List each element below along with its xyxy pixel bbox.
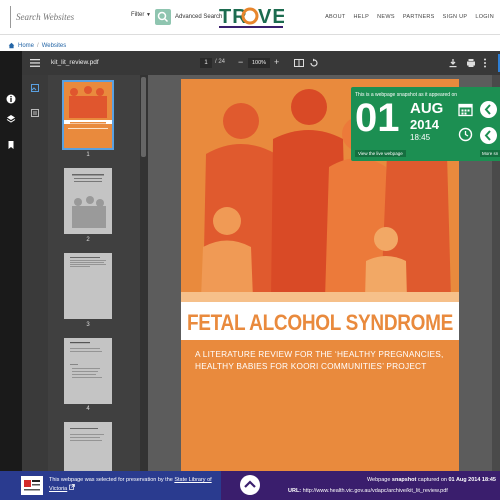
- zoom-level[interactable]: 100%: [248, 58, 270, 68]
- svg-text:VE: VE: [258, 6, 284, 28]
- page-thumbnail-3[interactable]: [64, 253, 112, 319]
- thumbnail-scrollbar[interactable]: [140, 75, 148, 471]
- filter-label: Filter: [131, 12, 145, 18]
- page-thumbnail-4[interactable]: [64, 338, 112, 404]
- chevron-left-icon: [484, 130, 491, 141]
- preservation-text: This webpage was selected for preservati…: [49, 476, 219, 493]
- state-library-link-2[interactable]: Victoria: [49, 486, 67, 492]
- nav-news[interactable]: NEWS: [377, 14, 395, 20]
- document-subtitle-line-1: A LITERATURE REVIEW FOR THE ‘HEALTHY PRE…: [195, 349, 444, 359]
- capture-prefix: Webpage: [366, 477, 391, 483]
- filter-dropdown[interactable]: Filter ▼: [131, 12, 151, 18]
- breadcrumb: Home / Websites: [0, 34, 500, 51]
- bookmark-icon[interactable]: [6, 140, 16, 150]
- footer-preservation: This webpage was selected for preservati…: [0, 471, 221, 500]
- download-icon[interactable]: [448, 58, 458, 68]
- page-2-thumbnail-image: [64, 168, 112, 234]
- page-number-input[interactable]: 1: [200, 58, 212, 68]
- capture-date: 01 Aug 2014 18:45: [448, 477, 497, 483]
- caret-down-icon: ▼: [146, 12, 151, 18]
- search-icon: [157, 11, 169, 23]
- trove-logo[interactable]: TR VE: [218, 4, 284, 30]
- pdf-toolbar: kit_lit_review.pdf 1 / 24 − 100% +: [22, 51, 500, 75]
- breadcrumb-home[interactable]: Home: [18, 43, 34, 49]
- rotate-icon[interactable]: [309, 58, 319, 68]
- cover-light-band: [181, 292, 459, 302]
- state-library-logo-mark: [24, 480, 40, 491]
- left-sidebar: [0, 51, 22, 471]
- page-3-thumbnail-image: [64, 253, 112, 319]
- menu-icon[interactable]: [30, 58, 40, 68]
- more-vertical-icon[interactable]: [482, 58, 488, 68]
- page-5-thumbnail-image: [64, 422, 112, 471]
- state-library-logo: [21, 476, 43, 495]
- chevron-up-icon: [244, 480, 256, 488]
- list-icon[interactable]: [31, 109, 39, 117]
- image-icon[interactable]: [31, 84, 39, 92]
- search-input[interactable]: [10, 6, 128, 28]
- more-snapshots-button[interactable]: More sn: [480, 150, 500, 157]
- scroll-up-button[interactable]: [240, 475, 260, 495]
- archived-url[interactable]: http://www.health.vic.gov.au/vdapc/archi…: [303, 488, 448, 494]
- capture-mid: captured on: [417, 477, 447, 483]
- page-thumbnail-5[interactable]: [64, 422, 112, 471]
- main-nav: ABOUT HELP NEWS PARTNERS SIGN UP LOGIN: [325, 14, 494, 20]
- preservation-label: This webpage was selected for preservati…: [49, 477, 173, 483]
- state-library-link[interactable]: State Library of: [174, 477, 211, 483]
- thumbnail-number-2: 2: [86, 237, 90, 243]
- nav-about[interactable]: ABOUT: [325, 14, 345, 20]
- breadcrumb-websites[interactable]: Websites: [42, 43, 67, 49]
- zoom-out-button[interactable]: −: [238, 57, 243, 67]
- url-label: URL:: [288, 488, 302, 494]
- chevron-left-icon: [484, 104, 491, 115]
- top-bar: Filter ▼ Advanced Search TR VE ABOUT HEL…: [0, 0, 500, 34]
- nav-login[interactable]: LOGIN: [475, 14, 494, 20]
- document-title: FETAL ALCOHOL SYNDROME: [186, 311, 454, 336]
- document-subtitle-line-2: HEALTHY BABIES FOR KOORI COMMUNITIES’ PR…: [195, 361, 427, 371]
- thumbnail-scroll-thumb[interactable]: [141, 77, 146, 157]
- pdf-filename: kit_lit_review.pdf: [51, 59, 99, 66]
- page-thumbnail-2[interactable]: [64, 168, 112, 234]
- thumbnail-number-3: 3: [86, 322, 90, 328]
- thumbnail-tools: [22, 75, 48, 471]
- breadcrumb-separator: /: [37, 42, 39, 49]
- snapshot-panel: This is a webpage snapshot as it appeare…: [351, 87, 500, 161]
- previous-snapshot-button[interactable]: [480, 101, 497, 118]
- snapshot-time: 18:45: [410, 133, 431, 142]
- next-snapshot-button[interactable]: [480, 127, 497, 144]
- page-4-thumbnail-image: [64, 338, 112, 404]
- footer-capture-info: Webpage snapshot captured on 01 Aug 2014…: [221, 471, 500, 500]
- advanced-search-link[interactable]: Advanced Search: [175, 14, 222, 20]
- home-icon: [8, 42, 15, 49]
- nav-partners[interactable]: PARTNERS: [403, 14, 435, 20]
- view-live-webpage-button[interactable]: View the live webpage: [355, 150, 406, 157]
- nav-help[interactable]: HELP: [354, 14, 370, 20]
- external-link-icon[interactable]: [68, 484, 75, 490]
- nav-sign-up[interactable]: SIGN UP: [443, 14, 468, 20]
- calendar-icon[interactable]: [458, 102, 473, 117]
- zoom-in-button[interactable]: +: [274, 57, 279, 67]
- search-button[interactable]: [155, 9, 171, 25]
- two-page-icon[interactable]: [294, 58, 304, 68]
- print-icon[interactable]: [466, 58, 476, 68]
- page-thumbnail-1[interactable]: [62, 80, 114, 150]
- snapshot-month: AUG: [410, 100, 444, 117]
- thumbnail-number-4: 4: [86, 406, 90, 412]
- thumbnail-number-1: 1: [86, 152, 90, 158]
- snapshot-year: 2014: [410, 117, 439, 132]
- cover-thumbnail-image: [64, 82, 112, 148]
- capture-line: Webpage snapshot captured on 01 Aug 2014…: [367, 477, 496, 483]
- page-total: / 24: [215, 59, 226, 65]
- capture-snapshot-word: snapshot: [391, 477, 417, 483]
- info-icon[interactable]: [6, 94, 16, 104]
- clock-icon[interactable]: [458, 127, 473, 142]
- url-line: URL: http://www.health.vic.gov.au/vdapc/…: [288, 488, 448, 494]
- snapshot-day: 01: [355, 96, 400, 140]
- layers-icon[interactable]: [6, 114, 16, 124]
